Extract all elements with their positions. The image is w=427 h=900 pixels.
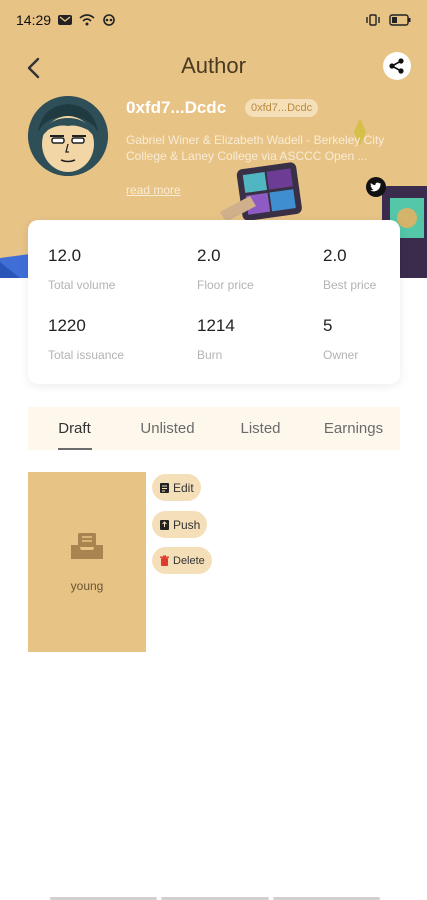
- stat-label: Best price: [323, 278, 377, 292]
- push-icon: [160, 519, 169, 530]
- edit-label: Edit: [173, 480, 194, 495]
- delete-button[interactable]: Delete: [152, 547, 212, 574]
- stat-total-volume: 12.0 Total volume: [48, 246, 115, 292]
- stat-label: Floor price: [197, 278, 254, 292]
- page-title: Author: [181, 53, 246, 78]
- edit-icon: [160, 482, 169, 493]
- vibrate-icon: [366, 14, 380, 26]
- stat-total-issuance: 1220 Total issuance: [48, 316, 124, 362]
- message-icon: [58, 15, 73, 25]
- inbox-icon: [71, 533, 103, 559]
- status-time: 14:29: [16, 12, 52, 28]
- stat-value: 1214: [197, 316, 235, 335]
- tab-bar: Draft Unlisted Listed Earnings: [28, 407, 400, 450]
- delete-icon: [160, 555, 169, 566]
- twitter-icon: [370, 182, 381, 192]
- stat-burn: 1214 Burn: [197, 316, 235, 362]
- delete-label: Delete: [173, 554, 205, 567]
- tab-draft[interactable]: Draft: [28, 407, 121, 450]
- stats-card: 12.0 Total volume 2.0 Floor price 2.0 Be…: [28, 220, 400, 384]
- stat-value: 1220: [48, 316, 86, 335]
- back-arrow-icon[interactable]: [20, 54, 48, 82]
- stat-label: Burn: [197, 348, 223, 362]
- avatar-illustration: [28, 96, 108, 176]
- stat-value: 2.0: [197, 246, 221, 265]
- status-bar: 14:29: [0, 0, 427, 40]
- stat-value: 12.0: [48, 246, 82, 265]
- author-avatar: [28, 96, 108, 176]
- stat-best-price: 2.0 Best price: [323, 246, 376, 292]
- gamepad-icon: [103, 14, 115, 26]
- draft-item-card[interactable]: young: [28, 472, 146, 652]
- tab-earnings[interactable]: Earnings: [307, 407, 400, 450]
- tab-listed[interactable]: Listed: [214, 407, 307, 450]
- stat-floor-price: 2.0 Floor price: [197, 246, 254, 292]
- author-name: 0xfd7...Dcdc: [126, 98, 227, 117]
- stat-label: Total issuance: [48, 348, 125, 362]
- top-nav: Author: [0, 44, 427, 88]
- stat-owner: 5 Owner: [323, 316, 358, 362]
- twitter-button[interactable]: [366, 177, 386, 197]
- battery-icon: [389, 14, 411, 26]
- tab-unlisted[interactable]: Unlisted: [121, 407, 214, 450]
- push-label: Push: [173, 517, 201, 532]
- push-button[interactable]: Push: [152, 511, 208, 538]
- share-icon: [389, 58, 404, 74]
- edit-button[interactable]: Edit: [152, 474, 201, 501]
- stat-value: 2.0: [323, 246, 347, 265]
- author-description: Gabriel Winer & Elizabeth Wadell - Berke…: [126, 133, 385, 163]
- share-button[interactable]: [383, 52, 411, 80]
- wifi-icon: [79, 14, 95, 26]
- draft-item-name: young: [70, 579, 104, 593]
- stat-label: Owner: [323, 348, 359, 362]
- read-more-link[interactable]: read more: [126, 183, 181, 197]
- stat-label: Total volume: [48, 278, 116, 292]
- address-badge[interactable]: 0xfd7...Dcdc: [245, 99, 319, 117]
- stat-value: 5: [323, 316, 333, 335]
